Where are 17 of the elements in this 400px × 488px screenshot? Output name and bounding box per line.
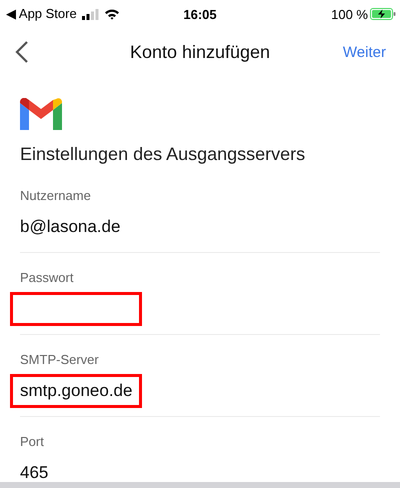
field-label: SMTP-Server bbox=[20, 352, 100, 368]
mail-logo-icon bbox=[20, 98, 62, 130]
input-field[interactable]: smtp.goneo.de bbox=[10, 374, 142, 408]
battery-percentage: 100 % bbox=[331, 6, 368, 22]
screen-title: Konto hinzufügen bbox=[128, 42, 272, 62]
field-label: Port bbox=[20, 434, 45, 450]
back-to-app-link[interactable]: ◀ App Store bbox=[6, 6, 77, 22]
wifi-icon bbox=[104, 8, 120, 20]
field-label: Nutzername bbox=[20, 188, 92, 204]
signal-icon bbox=[82, 8, 99, 20]
input-field[interactable]: b@lasona.de bbox=[10, 210, 130, 244]
section-heading: Einstellungen des Ausgangsservers bbox=[20, 144, 306, 165]
input-field[interactable]: 465 bbox=[10, 456, 58, 482]
next-button[interactable]: Weiter bbox=[342, 44, 386, 60]
field-label: Passwort bbox=[20, 270, 74, 286]
input-field[interactable] bbox=[10, 292, 142, 326]
clock-time: 16:05 bbox=[182, 6, 218, 22]
